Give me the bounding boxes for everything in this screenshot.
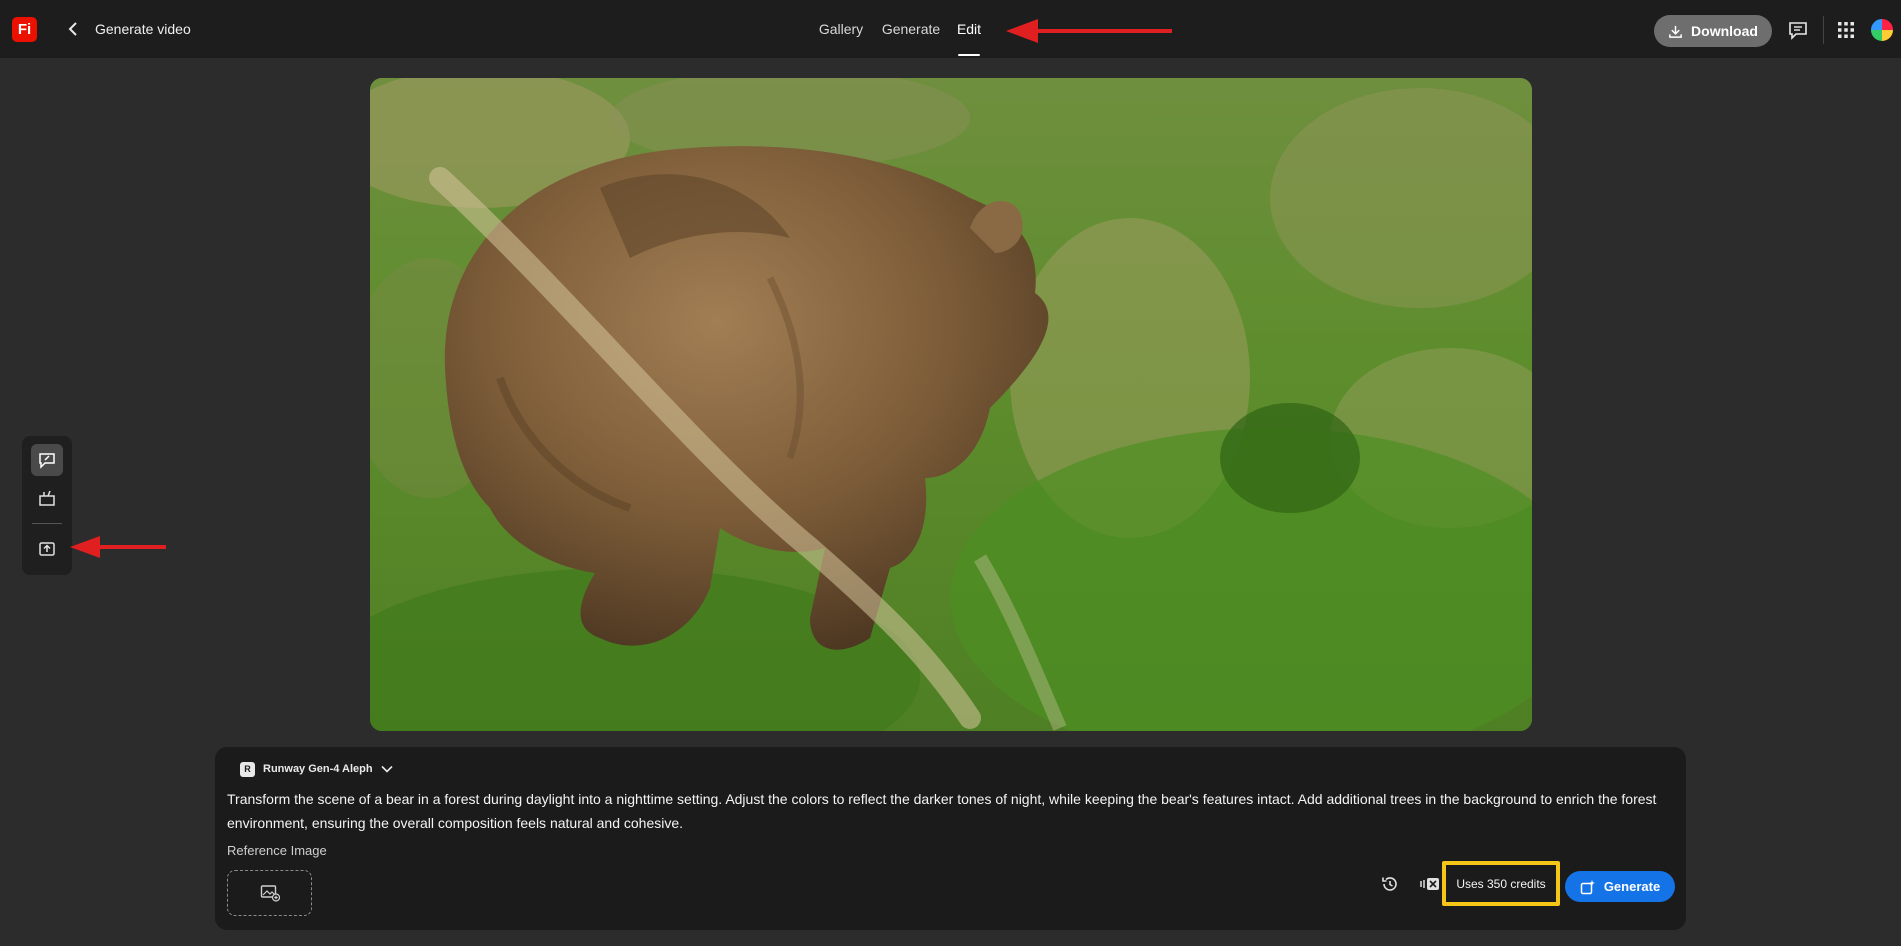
history-icon[interactable] — [1380, 874, 1400, 894]
prompt-textarea[interactable]: Transform the scene of a bear in a fores… — [227, 787, 1677, 835]
bear-scene-image — [370, 78, 1532, 731]
feedback-icon[interactable] — [1787, 19, 1809, 41]
tab-gallery[interactable]: Gallery — [812, 0, 870, 58]
annotation-arrow-icon — [70, 536, 166, 558]
back-chevron-icon[interactable] — [64, 18, 82, 40]
video-preview[interactable] — [370, 78, 1532, 731]
credits-cost-badge: Uses 350 credits — [1442, 861, 1560, 906]
chat-edit-tool[interactable] — [31, 444, 63, 476]
header-divider — [1823, 16, 1824, 44]
chevron-down-icon — [381, 765, 393, 773]
top-bar: Fi Generate video Gallery Generate Edit … — [0, 0, 1901, 58]
chat-edit-icon — [39, 453, 55, 469]
download-label: Download — [1691, 23, 1758, 39]
upload-frame-tool[interactable] — [31, 533, 63, 565]
generate-label: Generate — [1603, 879, 1661, 894]
model-label: Runway Gen-4 Aleph — [263, 763, 373, 775]
prompt-panel: R Runway Gen-4 Aleph Transform the scene… — [215, 747, 1686, 930]
generate-button[interactable]: Generate — [1565, 871, 1675, 902]
download-icon — [1669, 25, 1682, 38]
tab-generate[interactable]: Generate — [876, 0, 946, 58]
page-title: Generate video — [95, 21, 191, 37]
user-avatar[interactable] — [1869, 17, 1895, 43]
firefly-logo[interactable]: Fi — [12, 17, 37, 42]
scene-edit-icon — [39, 490, 55, 506]
runway-model-icon: R — [240, 761, 255, 777]
model-selector[interactable]: R Runway Gen-4 Aleph — [240, 759, 393, 779]
apps-grid-icon[interactable] — [1836, 20, 1856, 40]
scene-edit-tool[interactable] — [31, 482, 63, 514]
download-button[interactable]: Download — [1654, 15, 1772, 47]
audio-mute-icon[interactable] — [1419, 875, 1441, 893]
tab-edit[interactable]: Edit — [948, 0, 990, 58]
reference-image-label: Reference Image — [227, 843, 327, 858]
add-image-icon — [260, 885, 280, 902]
mode-tabs: Gallery Generate Edit — [812, 0, 990, 58]
generate-sparkle-icon — [1580, 879, 1595, 894]
reference-image-dropzone[interactable] — [227, 870, 312, 916]
annotation-arrow-icon — [1006, 19, 1172, 43]
tool-divider — [32, 523, 62, 524]
upload-frame-icon — [39, 542, 55, 556]
edit-tool-strip — [22, 436, 72, 575]
